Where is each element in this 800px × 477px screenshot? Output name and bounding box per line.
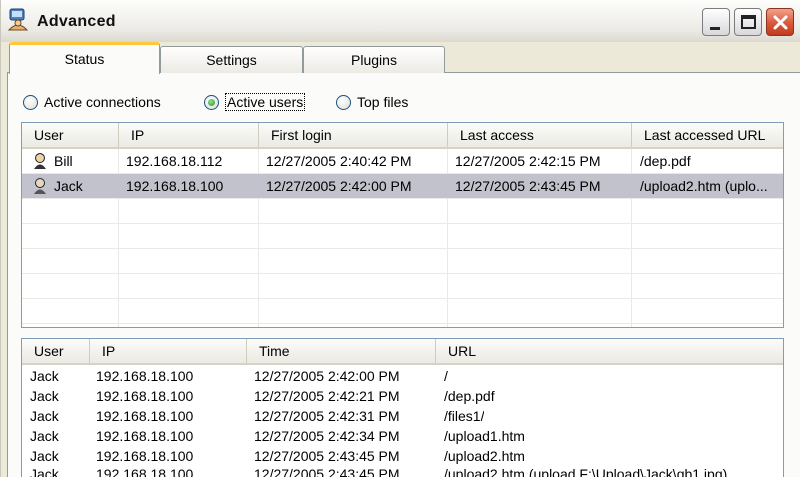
- cell-user: Jack: [30, 466, 59, 477]
- cell-user: Jack: [30, 448, 59, 464]
- cell-time: 12/27/2005 2:42:31 PM: [254, 408, 400, 424]
- cell-url: /dep.pdf: [640, 153, 691, 169]
- close-icon: [773, 15, 788, 30]
- cell-url: /dep.pdf: [444, 388, 495, 404]
- tab-status[interactable]: Status: [9, 42, 160, 74]
- access-log-list[interactable]: User IP Time URL Jack 192.168.18.100 12/…: [21, 338, 784, 477]
- cell-user: Jack: [30, 388, 59, 404]
- cell-user: Jack: [54, 178, 83, 194]
- window-title: Advanced: [37, 13, 116, 30]
- column-header-ip[interactable]: IP: [90, 339, 247, 363]
- tab-settings[interactable]: Settings: [160, 46, 303, 73]
- cell-url: /upload2.htm (upload F:\Upload\Jack\gb1.…: [444, 466, 728, 477]
- maximize-icon: [741, 15, 756, 29]
- column-header-first-login[interactable]: First login: [259, 123, 448, 147]
- users-list[interactable]: User IP First login Last access Last acc…: [21, 122, 784, 328]
- table-row[interactable]: Bill 192.168.18.112 12/27/2005 2:40:42 P…: [22, 149, 783, 173]
- table-row[interactable]: Jack 192.168.18.100 12/27/2005 2:43:45 P…: [22, 464, 783, 477]
- cell-ip: 192.168.18.112: [126, 153, 223, 169]
- table-row-selected[interactable]: Jack 192.168.18.100 12/27/2005 2:42:00 P…: [22, 174, 783, 198]
- column-header-user[interactable]: User: [22, 123, 119, 147]
- minimize-button[interactable]: [702, 8, 730, 36]
- users-list-header: User IP First login Last access Last acc…: [22, 123, 783, 149]
- cell-user: Jack: [30, 408, 59, 424]
- cell-ip: 192.168.18.100: [96, 448, 194, 464]
- cell-user: Jack: [30, 428, 59, 444]
- radio-label: Active users: [225, 93, 306, 111]
- cell-ip: 192.168.18.100: [96, 368, 194, 384]
- radio-active-users[interactable]: Active users: [204, 92, 306, 112]
- user-icon: [32, 177, 48, 195]
- cell-url: /upload2.htm (uplo...: [640, 178, 768, 194]
- advanced-window: Advanced Status Settings Plugins Active …: [0, 0, 800, 477]
- cell-first-login: 12/27/2005 2:40:42 PM: [266, 153, 412, 169]
- column-header-user[interactable]: User: [22, 339, 90, 363]
- users-grid: Bill 192.168.18.112 12/27/2005 2:40:42 P…: [22, 149, 783, 327]
- table-row[interactable]: Jack 192.168.18.100 12/27/2005 2:42:00 P…: [22, 366, 783, 386]
- app-icon: [7, 8, 29, 32]
- cell-ip: 192.168.18.100: [96, 388, 194, 404]
- radio-circle[interactable]: [336, 94, 351, 110]
- minimize-icon: [710, 27, 720, 30]
- cell-ip: 192.168.18.100: [126, 178, 224, 194]
- cell-url: /: [444, 368, 448, 384]
- table-row[interactable]: Jack 192.168.18.100 12/27/2005 2:42:31 P…: [22, 406, 783, 426]
- cell-first-login: 12/27/2005 2:42:00 PM: [266, 178, 412, 194]
- column-header-ip[interactable]: IP: [119, 123, 259, 147]
- cell-url: /upload1.htm: [444, 428, 525, 444]
- cell-time: 12/27/2005 2:43:45 PM: [254, 466, 400, 477]
- tab-plugins[interactable]: Plugins: [303, 46, 445, 73]
- cell-ip: 192.168.18.100: [96, 466, 194, 477]
- cell-time: 12/27/2005 2:42:34 PM: [254, 428, 400, 444]
- cell-user: Bill: [54, 153, 73, 169]
- user-icon: [32, 152, 48, 170]
- radio-label: Active connections: [44, 94, 161, 110]
- column-header-url[interactable]: URL: [436, 339, 783, 363]
- log-list-header: User IP Time URL: [22, 339, 783, 365]
- radio-active-connections[interactable]: Active connections: [23, 92, 161, 112]
- cell-last-access: 12/27/2005 2:42:15 PM: [455, 153, 601, 169]
- cell-last-access: 12/27/2005 2:43:45 PM: [455, 178, 601, 194]
- cell-time: 12/27/2005 2:43:45 PM: [254, 448, 400, 464]
- cell-time: 12/27/2005 2:42:21 PM: [254, 388, 400, 404]
- radio-circle-checked[interactable]: [204, 94, 219, 110]
- radio-circle[interactable]: [23, 94, 38, 110]
- radio-top-files[interactable]: Top files: [336, 92, 408, 112]
- column-header-time[interactable]: Time: [247, 339, 436, 363]
- radio-label: Top files: [357, 94, 409, 110]
- close-button[interactable]: [766, 8, 794, 36]
- cell-time: 12/27/2005 2:42:00 PM: [254, 368, 400, 384]
- cell-url: /files1/: [444, 408, 485, 424]
- cell-ip: 192.168.18.100: [96, 408, 194, 424]
- maximize-button[interactable]: [734, 8, 762, 36]
- cell-url: /upload2.htm: [444, 448, 525, 464]
- title-bar[interactable]: Advanced: [1, 0, 800, 42]
- column-header-last-access[interactable]: Last access: [448, 123, 632, 147]
- table-row[interactable]: Jack 192.168.18.100 12/27/2005 2:43:45 P…: [22, 446, 783, 466]
- cell-ip: 192.168.18.100: [96, 428, 194, 444]
- table-row[interactable]: Jack 192.168.18.100 12/27/2005 2:42:21 P…: [22, 386, 783, 406]
- cell-user: Jack: [30, 368, 59, 384]
- column-header-last-accessed-url[interactable]: Last accessed URL: [632, 123, 783, 147]
- table-row[interactable]: Jack 192.168.18.100 12/27/2005 2:42:34 P…: [22, 426, 783, 446]
